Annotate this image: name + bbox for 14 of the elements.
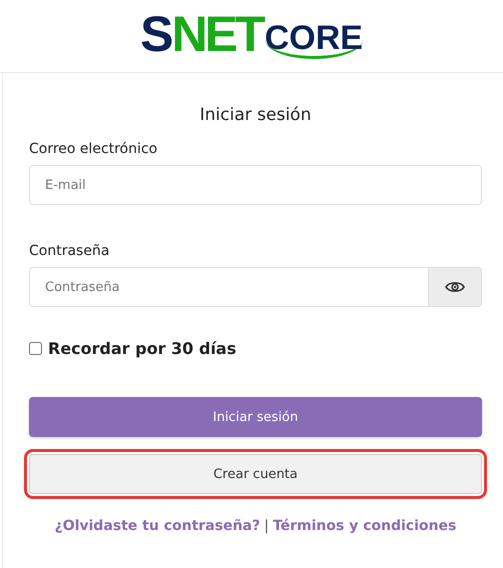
login-button[interactable]: Iniciar sesión (29, 397, 482, 437)
eye-icon (445, 280, 465, 294)
remember-label: Recordar por 30 días (48, 339, 236, 358)
remember-checkbox[interactable] (29, 342, 42, 355)
field-label: Correo electrónico (29, 141, 158, 157)
logo: SNETCORE (140, 9, 363, 63)
email-field[interactable]: E-mail (29, 165, 482, 205)
password-field[interactable]: Contraseña (29, 267, 428, 307)
field-label: Contraseña (29, 243, 110, 259)
link-separator: | (264, 518, 269, 534)
terms-link[interactable]: Términos y condiciones (272, 518, 456, 534)
show-password-button[interactable] (428, 267, 482, 307)
login-title: Iniciar sesión (198, 105, 312, 125)
forgot-password-link[interactable]: ¿Olvidaste tu contraseña? (54, 518, 260, 534)
